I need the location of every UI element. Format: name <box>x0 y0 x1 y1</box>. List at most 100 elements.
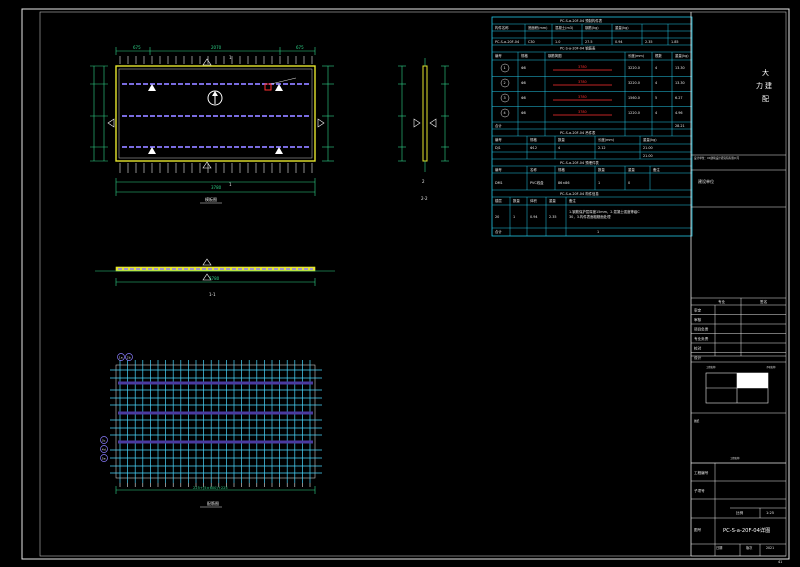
table-header: 钢筋(kg) <box>585 25 599 30</box>
table-total: 1 <box>597 230 599 234</box>
slab-inner-outline <box>118 68 313 159</box>
bar-number: 2 <box>504 81 506 85</box>
bar-shape-length: 3780 <box>578 95 587 99</box>
page-number: 41 <box>778 560 782 564</box>
bar-number: 1 <box>504 66 506 70</box>
sheet-inner-border <box>39 11 787 557</box>
table-header: 名称 <box>530 167 537 172</box>
table-title: PC-S-a-20F-04 预制构件表 <box>560 18 603 23</box>
table-header: 钢筋简图 <box>548 53 562 58</box>
bar-count: 4 <box>655 111 657 115</box>
table-header: 体积 <box>530 198 537 203</box>
footer-rev-label: 版次 <box>746 545 753 550</box>
sign-header: 签名 <box>760 299 768 304</box>
plan-top-title: 模板图 <box>205 196 217 202</box>
table-header: 混凝土(m3) <box>555 25 574 30</box>
plan-view-bottom: 1a 2b 3c 4d 5e 225+(5×600)+225 配筋图 <box>100 353 322 508</box>
edge-marker-icon <box>413 118 421 128</box>
section-mark-bottom: 1 <box>229 182 232 187</box>
bar-shape-length: 3780 <box>578 65 587 69</box>
table-total: 21.00 <box>643 154 653 158</box>
table-header: 规格 <box>530 137 537 142</box>
logo-char-2: 力 <box>756 81 763 90</box>
dim-top-right: 675 <box>296 45 304 50</box>
bar-count: 4 <box>655 66 657 70</box>
section-title: 1-1 <box>209 292 216 297</box>
table-cell: DM1 <box>495 181 503 185</box>
table-total: 28.21 <box>675 124 685 128</box>
edge-marker-icon <box>202 58 212 66</box>
project-label: 建设单位 <box>698 178 714 184</box>
table-header: 编号 <box>495 167 502 172</box>
bar-spec: Φ8 <box>521 111 526 115</box>
footer-year: 2021 <box>766 546 774 550</box>
table-cell: C30 <box>528 40 535 44</box>
table-cell: DJ1 <box>495 146 501 150</box>
plan-view-top: 675 2070 675 3780 1 1 模板图 <box>90 45 334 204</box>
table-cell: 0.94 <box>615 40 623 44</box>
sign-row-label: 校对 <box>694 346 702 351</box>
table-header: 重量 <box>549 198 556 203</box>
logo-char-1: 大 <box>762 68 769 77</box>
bar-number: 3 <box>504 96 506 100</box>
section-view-1-1: 3780 1-1 <box>95 258 335 297</box>
map-label: 工程名称 <box>706 365 716 369</box>
table-header: 长度(mm) <box>628 53 645 58</box>
bar-spec: Φ8 <box>521 96 526 100</box>
bar-length: 1560.0 <box>628 96 640 100</box>
sign-row-label: 专业负责 <box>694 336 709 341</box>
bar-length: 1220.0 <box>628 111 640 115</box>
table-header: 根数 <box>655 53 662 58</box>
title-row-label: 工程编号 <box>694 470 709 475</box>
lift-point-icon <box>275 84 283 91</box>
title-block: 大 力 建 配 设计单位：XX建筑设计研究院有限公司 建设单位 专业 签名审定审核… <box>690 12 786 564</box>
table-note: 30，3.构件表面粗糙面处理 <box>569 214 611 219</box>
table-cell: PVC线盒 <box>530 180 544 185</box>
table-header: 规格 <box>521 53 528 58</box>
bar-shape-length: 3780 <box>578 110 587 114</box>
table-title: PC-S-a-20F-04 钢筋表 <box>560 46 596 51</box>
bar-count: 4 <box>655 81 657 85</box>
sign-row-label: 审核 <box>694 317 702 322</box>
side-view-mark: 2 <box>422 179 425 184</box>
bar-spec: Φ8 <box>521 66 526 70</box>
drawing-name: PC-S-a-20F-04详图 <box>723 526 770 534</box>
table-cell: Φ12 <box>530 146 537 150</box>
edge-marker-icon <box>317 118 325 128</box>
table-header: 规格 <box>558 167 565 172</box>
dim-top-left: 675 <box>133 45 141 50</box>
edge-marker-icon <box>429 118 437 128</box>
dim-top-total: 3780 <box>211 185 222 190</box>
table-header: 编号 <box>495 53 502 58</box>
table-header: 构件名称 <box>495 25 509 30</box>
table-header: 备注 <box>569 198 576 203</box>
table-cell: PC-S-a-20F-04 <box>495 40 519 44</box>
table-header: 数量 <box>513 198 520 203</box>
table-cell: 20 <box>495 215 499 219</box>
company-note: 设计单位：XX建筑设计研究院有限公司 <box>694 156 739 160</box>
section-mark-top: 1 <box>229 55 232 60</box>
map-label-right: 子项名称 <box>766 365 776 369</box>
logo-char-4: 配 <box>762 95 769 103</box>
edge-marker-icon <box>107 118 115 128</box>
table-cell: 1.85 <box>671 40 679 44</box>
table-header: 备注 <box>653 167 660 172</box>
title-row-label: 子项号 <box>694 488 705 493</box>
table-header: 楼层 <box>495 198 502 203</box>
rebar-tag-label: 5e <box>102 456 106 460</box>
table-header: 编号 <box>495 137 502 142</box>
table-cell: 0 <box>628 181 630 185</box>
lift-point-icon <box>148 84 156 91</box>
side-view-title: 2-2 <box>421 196 428 201</box>
logo-char-3: 建 <box>765 81 772 90</box>
table-cell: 1.0 <box>555 40 560 44</box>
bar-length: 3220.0 <box>628 66 640 70</box>
lift-point-icon <box>148 147 156 154</box>
table-header: 重量(kg) <box>643 137 657 142</box>
table-header: 重量 <box>628 167 635 172</box>
rebar-tag-label: 4d <box>102 447 106 451</box>
rebar-tag-label: 2b <box>127 355 131 359</box>
table-cell: 0.94 <box>530 215 538 219</box>
rebar-plan-dim: 225+(5×600)+225 <box>193 486 228 490</box>
cad-drawing-sheet: 675 2070 675 3780 1 1 模板图 2 2-2 3780 1-1… <box>21 8 790 564</box>
